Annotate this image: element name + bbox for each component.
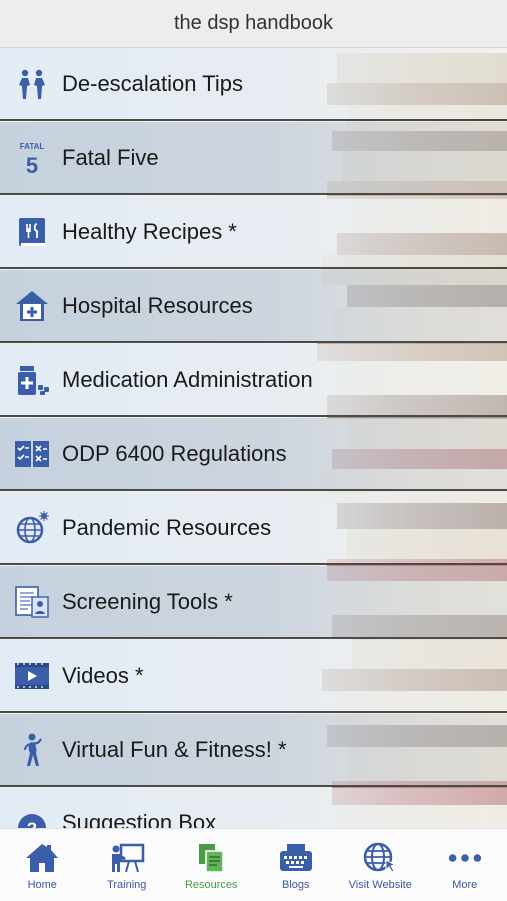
tab-visit-website[interactable]: Visit Website [338, 829, 423, 901]
list-item-label: Virtual Fun & Fitness! * [62, 737, 287, 763]
tab-label: Resources [185, 879, 238, 891]
training-board-icon [108, 841, 146, 875]
list-item-label: ODP 6400 Regulations [62, 441, 287, 467]
tab-label: Blogs [282, 879, 310, 891]
list-item-label: Healthy Recipes * [62, 219, 237, 245]
list-item-suggestion-box[interactable]: ? Suggestion Box [0, 788, 507, 828]
svg-text:5: 5 [26, 153, 38, 176]
tab-blogs[interactable]: Blogs [254, 829, 339, 901]
home-icon [23, 841, 61, 875]
video-play-icon [14, 658, 50, 694]
people-calm-icon [14, 66, 50, 102]
globe-cursor-icon [361, 841, 399, 875]
tab-label: Visit Website [349, 879, 412, 891]
tab-resources[interactable]: Resources [169, 829, 254, 901]
resources-copy-icon [192, 841, 230, 875]
resource-list[interactable]: De-escalation Tips FATAL 5 Fatal Five He… [0, 48, 507, 828]
document-screening-icon [14, 584, 50, 620]
list-item-odp-6400-regulations[interactable]: ODP 6400 Regulations [0, 418, 507, 491]
list-item-label: Fatal Five [62, 145, 159, 171]
tab-training[interactable]: Training [85, 829, 170, 901]
bottom-tab-bar: Home Training Resources Blogs Visit Webs… [0, 828, 507, 901]
hospital-icon [14, 288, 50, 324]
list-item-medication-administration[interactable]: Medication Administration [0, 344, 507, 417]
tab-home[interactable]: Home [0, 829, 85, 901]
recipe-book-icon [14, 214, 50, 250]
list-item-virtual-fun-fitness[interactable]: Virtual Fun & Fitness! * [0, 714, 507, 787]
tab-more[interactable]: More [423, 829, 507, 901]
more-dots-icon [446, 841, 484, 875]
help-icon: ? [14, 810, 50, 828]
fitness-person-icon [14, 732, 50, 768]
list-item-hospital-resources[interactable]: Hospital Resources [0, 270, 507, 343]
list-item-label: Medication Administration [62, 367, 313, 393]
tab-label: Home [28, 879, 57, 891]
list-item-videos[interactable]: Videos * [0, 640, 507, 713]
typewriter-icon [277, 841, 315, 875]
list-item-screening-tools[interactable]: Screening Tools * [0, 566, 507, 639]
page-title: the dsp handbook [174, 12, 333, 35]
list-item-label: Screening Tools * [62, 589, 233, 615]
svg-text:FATAL: FATAL [20, 142, 45, 151]
list-item-healthy-recipes[interactable]: Healthy Recipes * [0, 196, 507, 269]
tab-label: More [452, 879, 477, 891]
fatal-five-icon: FATAL 5 [14, 140, 50, 176]
globe-virus-icon [14, 510, 50, 546]
list-item-label: Pandemic Resources [62, 515, 271, 541]
list-item-label: De-escalation Tips [62, 71, 243, 97]
medication-icon [14, 362, 50, 398]
list-item-de-escalation-tips[interactable]: De-escalation Tips [0, 48, 507, 121]
list-item-pandemic-resources[interactable]: Pandemic Resources [0, 492, 507, 565]
list-item-label: Hospital Resources [62, 293, 253, 319]
tab-label: Training [107, 879, 146, 891]
list-item-label: Videos * [62, 663, 144, 689]
checklist-icon [14, 436, 50, 472]
list-item-fatal-five[interactable]: FATAL 5 Fatal Five [0, 122, 507, 195]
list-item-label: Suggestion Box [62, 810, 216, 828]
app-header: the dsp handbook [0, 0, 507, 48]
svg-text:?: ? [27, 819, 37, 828]
